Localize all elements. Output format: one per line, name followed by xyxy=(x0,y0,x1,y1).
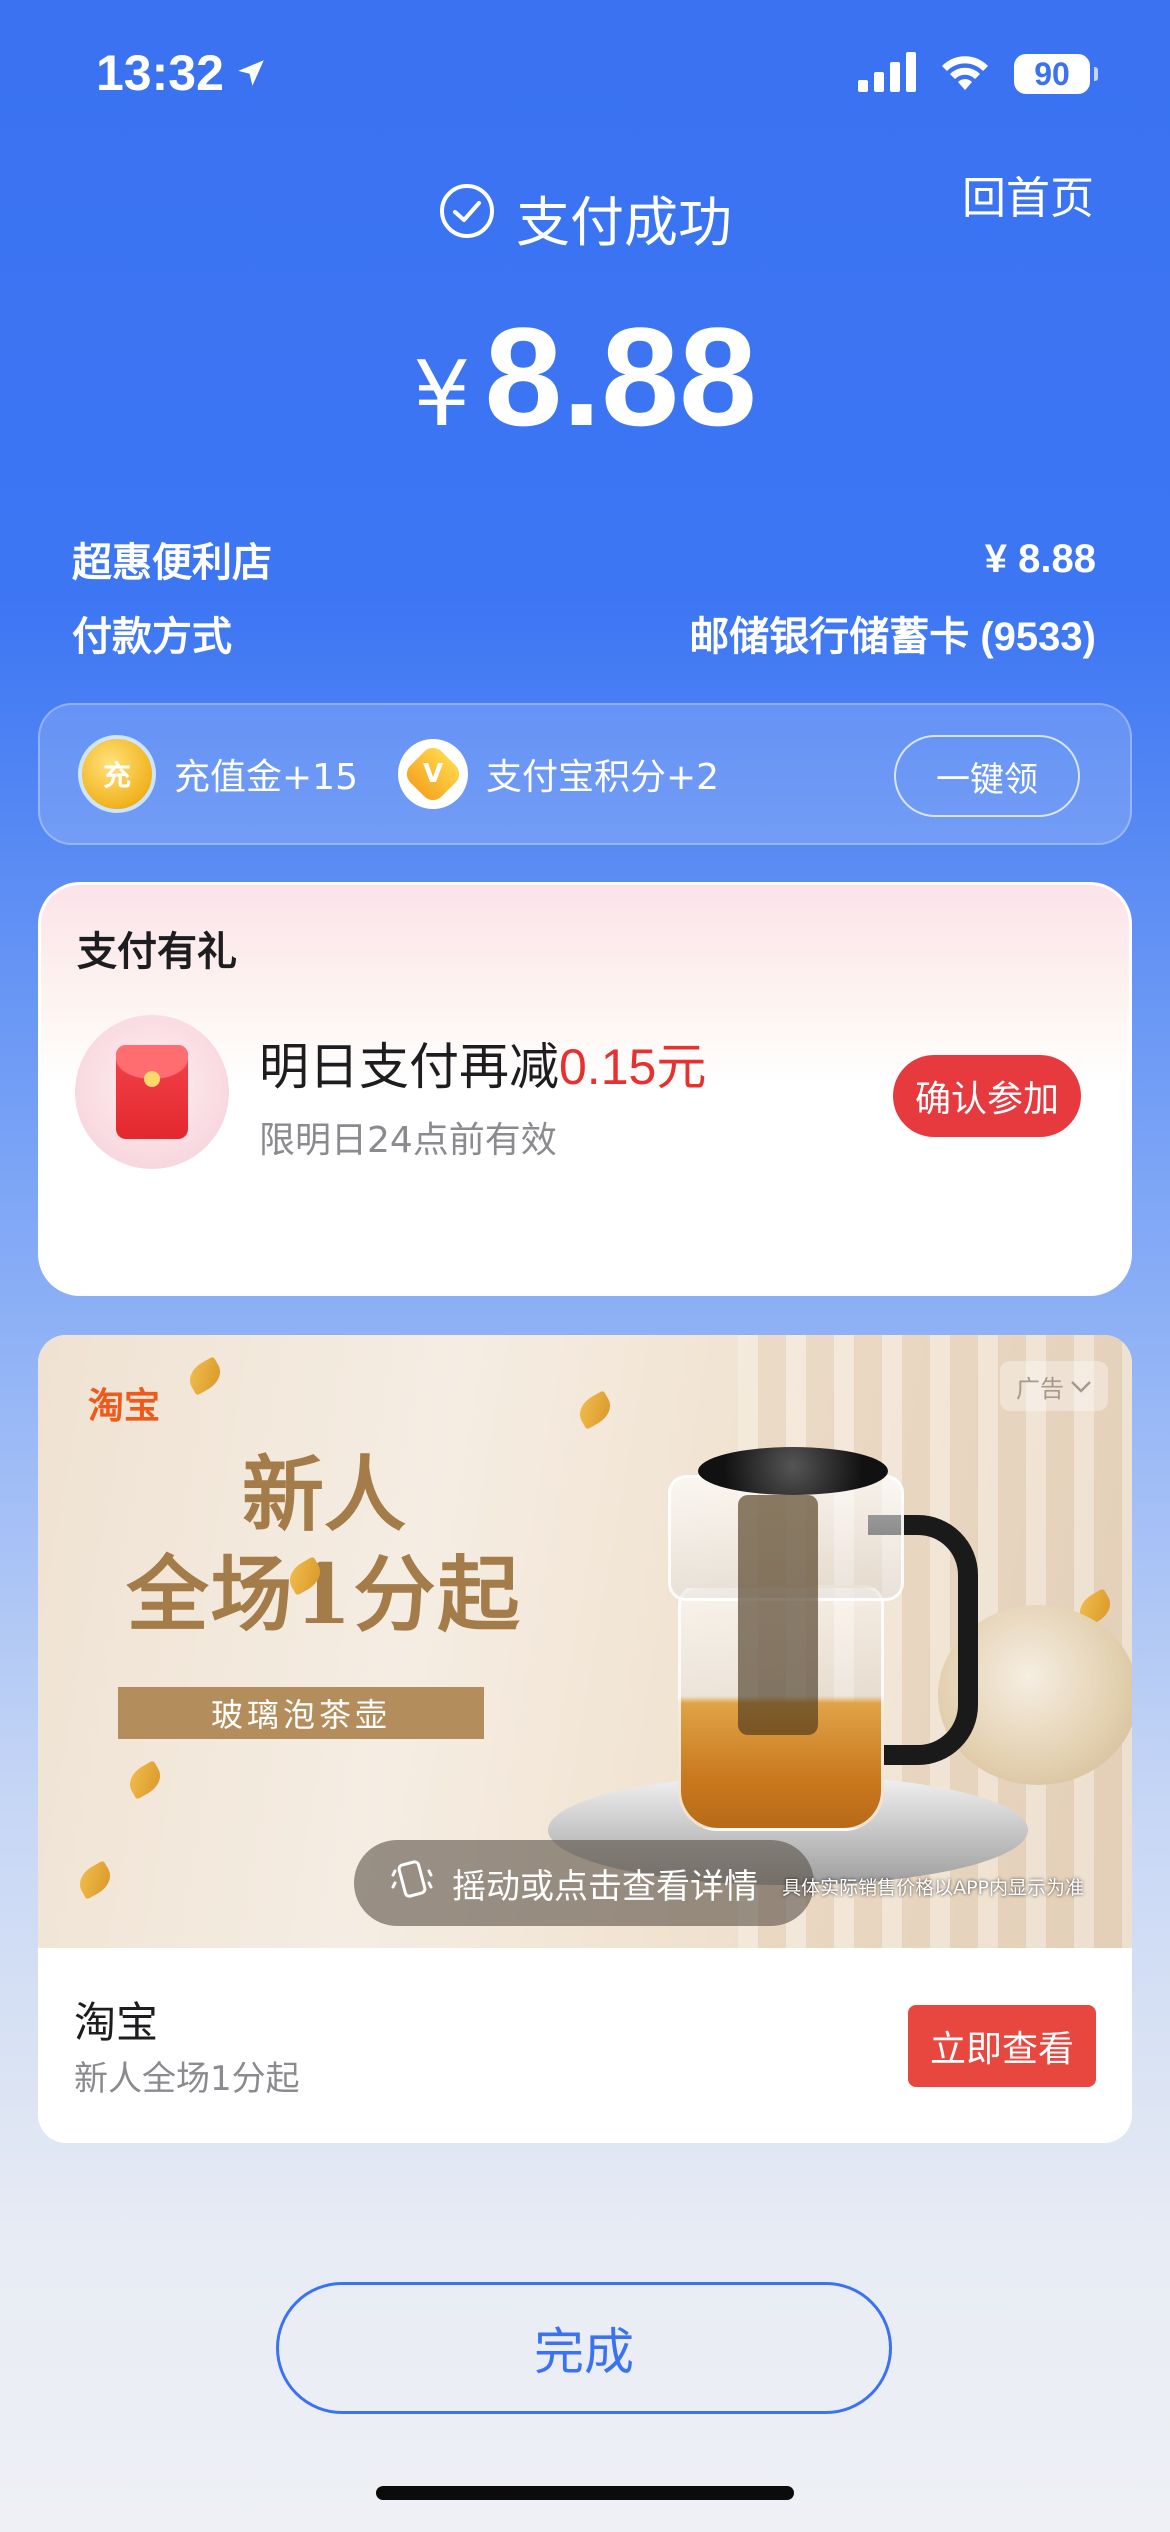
battery-level: 90 xyxy=(1034,55,1070,92)
merchant-name: 超惠便利店 xyxy=(72,540,272,586)
topup-coin-mark: 充 xyxy=(102,759,131,792)
chevron-down-icon xyxy=(1070,1372,1092,1400)
topup-coin-icon: 充 xyxy=(78,735,156,813)
taobao-logo: 淘宝 xyxy=(88,1386,161,1427)
payment-gift-card: 支付有礼 明日支付再减0.15元 限明日24点前有效 确认参加 xyxy=(38,882,1132,1296)
reward-label: 充值金+15 xyxy=(174,757,358,798)
ad-headline: 新人 全场1分起 xyxy=(94,1445,554,1645)
confirm-join-button[interactable]: 确认参加 xyxy=(893,1055,1081,1137)
reward-item-points: V 支付宝积分+2 xyxy=(397,739,720,809)
payment-method-label: 付款方式 xyxy=(72,614,232,660)
home-indicator[interactable] xyxy=(376,2486,794,2500)
leaf-decoration xyxy=(123,1760,167,1800)
teapot-lid xyxy=(698,1447,888,1495)
payment-method-row: 付款方式 邮储银行储蓄卡 (9533) xyxy=(72,604,1096,662)
currency-symbol: ¥ xyxy=(413,342,471,447)
ad-title: 淘宝 xyxy=(74,1998,159,2047)
red-envelope-icon xyxy=(75,1015,229,1169)
ad-badge-label: 广告 xyxy=(1016,1374,1064,1403)
gift-validity: 限明日24点前有效 xyxy=(259,1120,557,1161)
gift-card-title: 支付有礼 xyxy=(77,929,237,975)
view-now-button[interactable]: 立即查看 xyxy=(908,2005,1096,2087)
gift-offer-prefix: 明日支付再减 xyxy=(259,1038,559,1096)
gift-offer-text: 明日支付再减0.15元 xyxy=(259,1027,706,1099)
gift-offer-amount: 0.15元 xyxy=(559,1039,707,1095)
done-button[interactable]: 完成 xyxy=(276,2282,892,2414)
amount-value: 8.88 xyxy=(484,298,757,455)
alipay-points-icon: V xyxy=(397,739,468,809)
rewards-bar: 充 充值金+15 V 支付宝积分+2 一键领 xyxy=(38,703,1132,845)
merchant-amount: ¥ 8.88 xyxy=(984,536,1096,581)
ad-badge[interactable]: 广告 xyxy=(1000,1361,1108,1411)
status-bar-indicators: 90 xyxy=(858,52,1098,96)
ad-disclaimer: 具体实际销售价格以APP内显示为准 xyxy=(782,1877,1084,1899)
ad-product-tag: 玻璃泡茶壶 xyxy=(118,1687,484,1739)
payment-status-text: 支付成功 xyxy=(516,191,732,254)
time-text: 13:32 xyxy=(96,45,224,101)
shake-phone-icon xyxy=(390,1857,434,1910)
points-coin-mark: V xyxy=(422,759,444,789)
payment-method-value: 邮储银行储蓄卡 (9533) xyxy=(689,615,1096,659)
reward-label: 支付宝积分+2 xyxy=(485,757,720,798)
ad-headline-line1: 新人 xyxy=(241,1447,406,1543)
reward-item-topup: 充 充值金+15 xyxy=(78,735,358,813)
ad-card[interactable]: 淘宝 广告 新人 全场1分起 玻璃泡茶壶 摇动或点击查看详情 具体实际销售价格以… xyxy=(38,1335,1132,2143)
payment-amount: ¥ 8.88 xyxy=(0,296,1170,458)
leaf-decoration xyxy=(73,1860,117,1900)
payment-success-screen: 13:32 90 回首页 支付成功 ¥ 8.88 超惠便利店 ¥ 8.88 付款… xyxy=(0,0,1170,2532)
shake-hint-text: 摇动或点击查看详情 xyxy=(452,1866,758,1907)
leaf-decoration xyxy=(183,1356,227,1396)
battery-icon: 90 xyxy=(1014,54,1098,94)
merchant-row: 超惠便利店 ¥ 8.88 xyxy=(72,530,1096,588)
shake-hint[interactable]: 摇动或点击查看详情 xyxy=(354,1840,814,1926)
wifi-icon xyxy=(940,52,990,96)
payment-status: 支付成功 xyxy=(0,178,1170,257)
claim-all-button[interactable]: 一键领 xyxy=(894,735,1080,817)
check-circle-icon xyxy=(438,182,496,253)
ad-banner-image[interactable]: 淘宝 广告 新人 全场1分起 玻璃泡茶壶 摇动或点击查看详情 具体实际销售价格以… xyxy=(38,1335,1132,1948)
location-arrow-icon xyxy=(234,44,268,102)
leaf-decoration xyxy=(573,1390,617,1430)
ad-subtitle: 新人全场1分起 xyxy=(74,2059,300,2099)
status-bar-time: 13:32 xyxy=(96,44,268,102)
signal-icon xyxy=(858,52,916,96)
teapot-infuser xyxy=(738,1495,818,1735)
ad-headline-line2: 全场1分起 xyxy=(126,1547,522,1643)
